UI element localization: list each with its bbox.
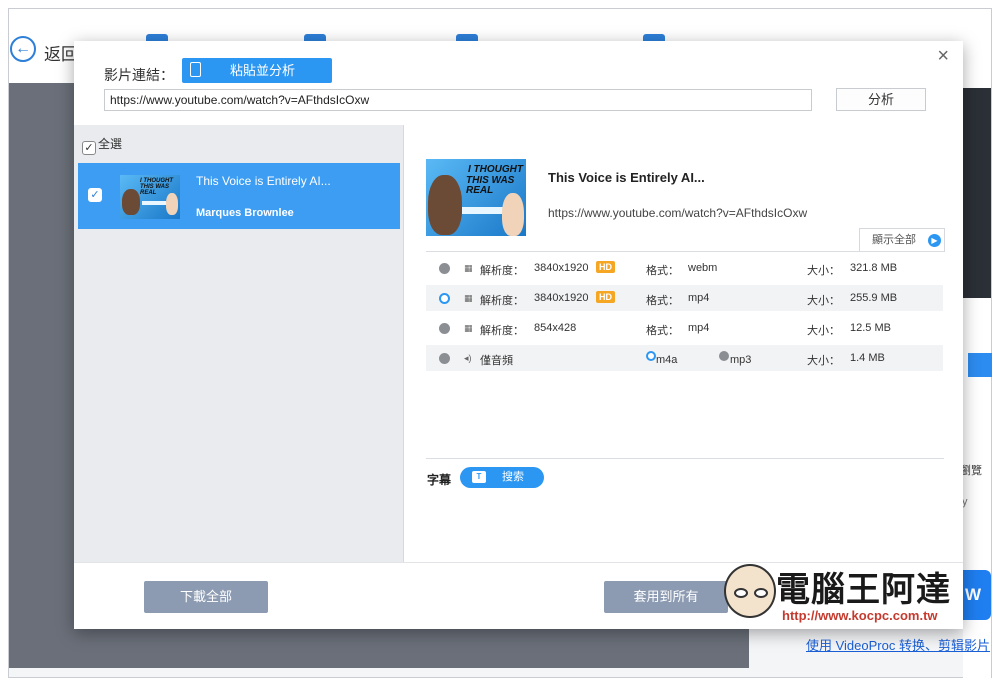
download-all-button[interactable]: 下載全部 — [144, 581, 268, 613]
resolution-label: 解析度： — [480, 265, 524, 277]
search-label: 搜索 — [502, 471, 524, 483]
analyze-button[interactable]: 分析 — [836, 88, 926, 111]
size-value: 1.4 MB — [850, 352, 885, 364]
mascot-icon — [724, 564, 776, 618]
resolution-value: 3840x1920 — [534, 262, 589, 274]
format-label: 格式： — [646, 325, 679, 337]
hd-badge: HD — [596, 261, 615, 273]
detail-url: https://www.youtube.com/watch?v=AFthdsIc… — [548, 206, 808, 220]
size-label: 大小： — [807, 325, 840, 337]
app-right-text: 瀏覽 — [960, 465, 982, 477]
size-value: 255.9 MB — [850, 292, 898, 304]
detail-thumbnail: I THOUGHT THIS WAS REAL — [426, 159, 526, 236]
watermark: 電腦王阿達 http://www.kocpc.com.tw — [724, 560, 974, 630]
subtitle-label: 字幕 — [427, 473, 452, 487]
format-row[interactable]: ▦ 解析度： 854x428 格式： mp4 大小： 12.5 MB — [426, 315, 943, 341]
play-arrow-icon: ▶ — [928, 234, 941, 247]
film-icon: ▦ — [464, 323, 473, 333]
format-value: mp4 — [688, 322, 710, 334]
show-all-button[interactable]: 顯示全部 ▶ — [859, 228, 945, 252]
format-value: webm — [688, 262, 718, 274]
size-value: 12.5 MB — [850, 322, 891, 334]
resolution-value: 3840x1920 — [534, 292, 589, 304]
format-radio[interactable] — [439, 323, 450, 334]
resolution-label: 解析度： — [480, 295, 524, 307]
format-row[interactable]: ▦ 解析度： 3840x1920 HD 格式： mp4 大小： 255.9 MB — [426, 285, 943, 311]
m4a-label: m4a — [656, 354, 678, 366]
m4a-radio[interactable] — [646, 351, 656, 361]
detail-title: This Voice is Entirely AI... — [548, 170, 705, 185]
app-preview — [963, 88, 991, 298]
show-all-label: 顯示全部 — [872, 234, 916, 246]
watermark-url: http://www.kocpc.com.tw — [782, 608, 938, 623]
clipboard-icon — [190, 62, 201, 77]
audio-row[interactable]: ◂) 僅音頻 m4a mp3 大小： 1.4 MB — [426, 345, 943, 371]
format-row[interactable]: ▦ 解析度： 3840x1920 HD 格式： webm 大小： 321.8 M… — [426, 255, 943, 281]
subtitle-search-icon: T — [472, 471, 486, 483]
close-icon[interactable]: × — [937, 45, 949, 68]
size-label: 大小： — [807, 295, 840, 307]
resolution-value: 854x428 — [534, 322, 577, 334]
select-all-checkbox[interactable]: ✓ 全選 — [82, 135, 122, 155]
divider — [426, 251, 944, 252]
checkbox-icon: ✓ — [82, 141, 96, 155]
list-item[interactable]: ✓ I THOUGHT THIS WAS REAL This Voice is … — [78, 163, 400, 229]
film-icon: ▦ — [464, 293, 473, 303]
videoproc-link[interactable]: 使用 VideoProc 转换、剪辑影片 — [806, 635, 990, 654]
mp3-radio[interactable] — [719, 351, 729, 361]
format-radio[interactable] — [439, 263, 450, 274]
size-label: 大小： — [807, 355, 840, 367]
select-all-label: 全選 — [98, 137, 123, 151]
format-value: mp4 — [688, 292, 710, 304]
resolution-label: 解析度： — [480, 325, 524, 337]
app-right-button[interactable] — [968, 353, 992, 377]
paste-analyze-label: 粘貼並分析 — [230, 63, 296, 78]
hd-badge: HD — [596, 291, 615, 303]
audio-radio[interactable] — [439, 353, 450, 364]
watermark-text: 電腦王阿達 — [776, 571, 951, 609]
film-icon: ▦ — [464, 263, 473, 273]
video-thumbnail: I THOUGHT THIS WAS REAL — [120, 175, 180, 219]
speaker-icon: ◂) — [464, 353, 472, 363]
size-value: 321.8 MB — [850, 262, 898, 274]
back-arrow-icon[interactable]: ← — [10, 36, 36, 62]
divider — [426, 458, 944, 459]
subtitle-search-button[interactable]: T 搜索 — [460, 467, 544, 488]
format-label: 格式： — [646, 265, 679, 277]
item-author: Marques Brownlee — [196, 207, 294, 219]
url-input[interactable] — [104, 89, 812, 111]
download-dialog: × 影片連結： 粘貼並分析 分析 ✓全選 ✓ I THOUGHT THIS WA… — [74, 41, 963, 629]
size-label: 大小： — [807, 265, 840, 277]
paste-analyze-button[interactable]: 粘貼並分析 — [182, 58, 332, 83]
audio-only-label: 僅音頻 — [480, 355, 513, 367]
url-label: 影片連結： — [104, 67, 174, 83]
apply-to-all-button[interactable]: 套用到所有 — [604, 581, 728, 613]
item-checkbox[interactable]: ✓ — [88, 188, 102, 202]
back-label[interactable]: 返回 — [44, 40, 78, 65]
video-list: ✓ 全選 ✓ I THOUGHT THIS WAS REAL This Voice… — [74, 125, 404, 562]
format-radio-selected[interactable] — [439, 293, 450, 304]
format-label: 格式： — [646, 295, 679, 307]
item-title: This Voice is Entirely AI... — [196, 174, 331, 188]
mp3-label: mp3 — [730, 354, 752, 366]
